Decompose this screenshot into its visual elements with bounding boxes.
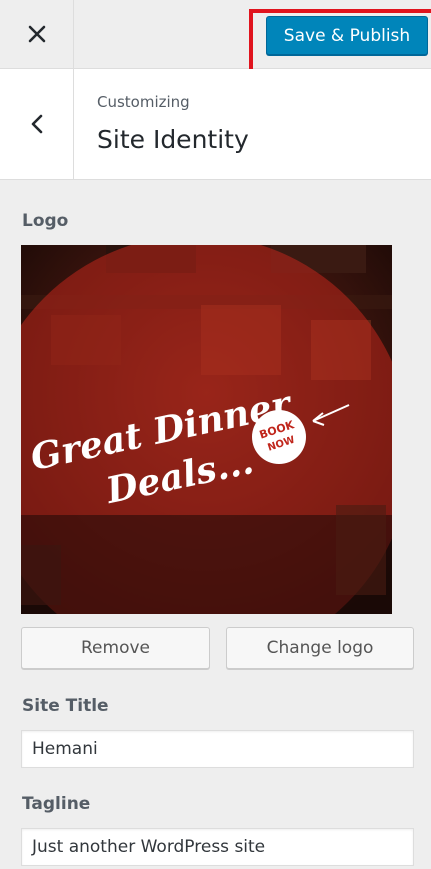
page-title: Site Identity xyxy=(97,125,249,154)
section-header: Customizing Site Identity xyxy=(0,69,431,180)
site-title-input[interactable]: Hemani xyxy=(21,730,414,768)
save-publish-button[interactable]: Save & Publish xyxy=(266,16,428,55)
logo-image: Great Dinner Deals... BOOK NOW xyxy=(21,245,392,614)
close-button[interactable] xyxy=(0,0,74,68)
remove-logo-button[interactable]: Remove xyxy=(21,627,210,669)
site-title-label: Site Title xyxy=(22,696,109,716)
customizer-header: Save & Publish xyxy=(0,0,431,69)
change-logo-button[interactable]: Change logo xyxy=(226,627,414,669)
tagline-input[interactable]: Just another WordPress site xyxy=(21,828,414,866)
logo-artwork: Great Dinner Deals... BOOK NOW xyxy=(21,245,392,614)
close-icon xyxy=(28,25,45,43)
back-button[interactable] xyxy=(0,69,74,179)
chevron-left-icon xyxy=(31,114,42,134)
logo-label: Logo xyxy=(22,211,69,231)
breadcrumb: Customizing xyxy=(97,93,190,111)
tagline-label: Tagline xyxy=(22,794,91,814)
